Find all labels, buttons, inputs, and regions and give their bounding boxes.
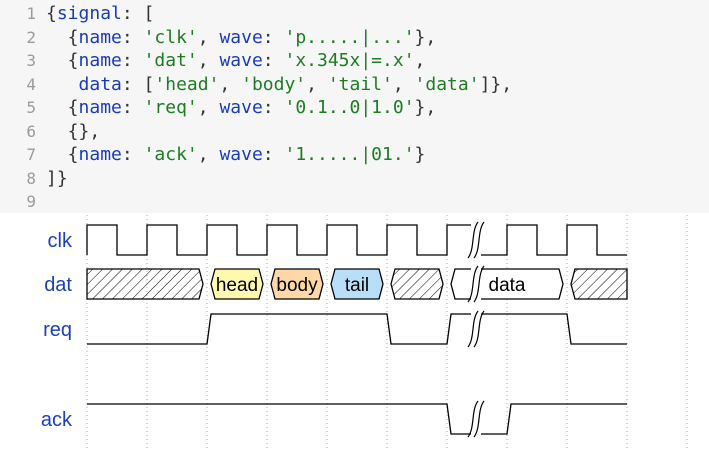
line-number: 9 xyxy=(26,192,36,211)
code-token: ]} xyxy=(46,167,68,189)
line-number: 3 xyxy=(26,51,36,70)
bus-segment xyxy=(570,268,628,300)
code-token: : xyxy=(262,26,285,48)
code-token: signal xyxy=(56,3,122,24)
bus-segment xyxy=(86,268,204,300)
code-token: 'body' xyxy=(241,73,307,95)
wave-req xyxy=(87,313,627,345)
code-text: {signal: [ xyxy=(46,2,154,26)
bus-label: tail xyxy=(345,275,369,296)
waveform-diagram: clk dat req ack head body tail data xyxy=(0,213,709,454)
code-token: { xyxy=(46,97,79,118)
code-token: { xyxy=(46,50,79,71)
code-token: , xyxy=(197,97,220,118)
code-token: 'req' xyxy=(143,97,198,118)
code-line[interactable]: 5 {name: 'req', wave: '0.1..0|1.0'}, xyxy=(0,96,709,120)
code-token: '0.1..0|1.0' xyxy=(284,97,415,118)
code-token: : xyxy=(121,97,144,118)
code-token: 'tail' xyxy=(327,73,393,95)
code-text: data: ['head', 'body', 'tail', 'data']}, xyxy=(46,73,513,97)
code-token: , xyxy=(392,73,415,95)
code-line[interactable]: 7 {name: 'ack', wave: '1.....|01.'} xyxy=(0,143,709,167)
line-number: 1 xyxy=(26,4,36,23)
code-line[interactable]: 4 data: ['head', 'body', 'tail', 'data']… xyxy=(0,73,709,97)
line-number: 4 xyxy=(26,74,36,94)
code-line[interactable]: 8]} xyxy=(0,167,709,191)
code-token: 'data' xyxy=(414,73,480,95)
code-token: , xyxy=(197,26,220,48)
code-token: wave xyxy=(219,50,263,71)
code-token: 'p.....|...' xyxy=(284,26,415,48)
code-token: }, xyxy=(414,97,437,118)
line-number: 7 xyxy=(26,145,36,164)
code-token: , xyxy=(219,73,242,95)
code-token: 'head' xyxy=(154,73,220,95)
code-token: { xyxy=(46,26,79,48)
wave-clk xyxy=(86,224,627,256)
code-token: 'dat' xyxy=(143,50,198,71)
line-number: 6 xyxy=(26,121,36,141)
code-token: : xyxy=(121,50,144,71)
code-token: : xyxy=(262,144,285,165)
code-token: { xyxy=(46,3,57,24)
code-token: 'clk' xyxy=(143,26,198,48)
code-token: '1.....|01.' xyxy=(284,144,415,165)
waveform-svg: head body tail data xyxy=(86,215,688,449)
code-token: , xyxy=(306,73,328,95)
code-token: }, xyxy=(414,26,437,48)
code-token: } xyxy=(414,144,426,165)
line-number: 5 xyxy=(26,98,36,117)
code-token: , xyxy=(197,144,220,165)
line-number: 8 xyxy=(26,168,36,188)
code-token: name xyxy=(78,144,122,165)
code-token: , xyxy=(414,50,426,71)
code-text: {name: 'ack', wave: '1.....|01.'} xyxy=(46,143,426,167)
code-token: wave xyxy=(219,97,263,118)
code-token: name xyxy=(78,50,122,71)
code-line[interactable]: 3 {name: 'dat', wave: 'x.345x|=.x', xyxy=(0,49,709,73)
code-line[interactable]: 9 xyxy=(0,190,709,214)
bus-segment xyxy=(390,268,444,300)
line-number: 2 xyxy=(26,27,36,47)
code-line[interactable]: 2 {name: 'clk', wave: 'p.....|...'}, xyxy=(0,26,709,50)
code-token: data xyxy=(78,73,122,95)
code-text: {name: 'req', wave: '0.1..0|1.0'}, xyxy=(46,96,437,120)
code-token: , xyxy=(197,50,220,71)
code-token: 'ack' xyxy=(143,144,198,165)
code-token: {}, xyxy=(46,120,101,142)
code-token: ]}, xyxy=(479,73,513,95)
code-token: { xyxy=(46,144,79,165)
code-token: name xyxy=(78,97,122,118)
code-token: : xyxy=(121,144,144,165)
bus-label: body xyxy=(276,275,318,296)
code-token: name xyxy=(78,26,122,48)
code-token: : xyxy=(262,97,285,118)
code-text: ]} xyxy=(46,167,68,191)
code-editor[interactable]: 1 {signal: [2 {name: 'clk', wave: 'p.....… xyxy=(0,0,709,213)
code-text: {}, xyxy=(46,120,101,144)
bus-label: data xyxy=(489,275,526,296)
signal-label-req: req xyxy=(43,319,72,341)
code-text: {name: 'dat', wave: 'x.345x|=.x', xyxy=(46,49,426,73)
code-token: wave xyxy=(219,144,263,165)
code-token: : [ xyxy=(121,73,155,95)
code-token: : xyxy=(262,50,285,71)
signal-label-clk: clk xyxy=(47,230,72,252)
code-token: 'x.345x|=.x' xyxy=(284,50,415,71)
code-token: wave xyxy=(219,26,263,48)
code-token: : [ xyxy=(121,3,155,24)
code-line[interactable]: 1 {signal: [ xyxy=(0,2,709,26)
code-text: {name: 'clk', wave: 'p.....|...'}, xyxy=(46,26,437,50)
bus-label: head xyxy=(216,275,258,296)
code-line[interactable]: 6 {}, xyxy=(0,120,709,144)
wave-ack xyxy=(87,403,627,435)
signal-label-dat: dat xyxy=(44,274,72,296)
signal-label-ack: ack xyxy=(40,409,72,431)
code-token: : xyxy=(121,26,144,48)
